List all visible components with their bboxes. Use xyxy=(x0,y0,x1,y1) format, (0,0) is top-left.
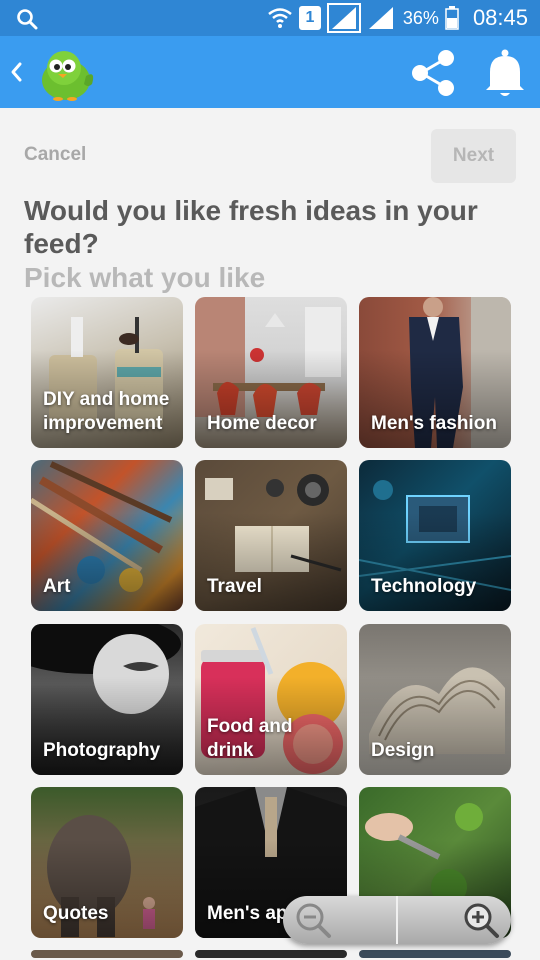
topic-label: Food and drink xyxy=(207,716,293,761)
sim-label: 1 xyxy=(305,9,315,26)
topic-label: Technology xyxy=(371,576,477,597)
topic-tile-partial[interactable] xyxy=(31,950,183,958)
zoom-control xyxy=(283,896,511,944)
zoom-out-icon xyxy=(296,903,331,938)
wifi-icon xyxy=(268,8,292,28)
topic-label: Photography xyxy=(43,740,161,761)
zoom-in-icon xyxy=(464,903,499,938)
zoom-in-button[interactable] xyxy=(396,896,511,944)
topic-label: Design xyxy=(371,740,435,761)
bell-icon[interactable] xyxy=(480,46,530,100)
topic-tile-partial[interactable] xyxy=(195,950,347,958)
topic-label: Men's fashion xyxy=(371,413,497,434)
page-title: Would you like fresh ideas in your feed? xyxy=(24,195,478,259)
topic-tile-design[interactable]: Design xyxy=(359,624,511,775)
topic-tile-diy[interactable]: DIY and home improvement xyxy=(31,297,183,448)
signal-icon xyxy=(368,7,393,29)
topic-label: Art xyxy=(43,576,71,597)
topic-tile-travel[interactable]: Travel xyxy=(195,460,347,611)
topic-tile-food-and-drink[interactable]: Food and drink xyxy=(195,624,347,775)
search-icon xyxy=(17,9,38,30)
topic-label: Quotes xyxy=(43,903,109,924)
topic-tile-home-decor[interactable]: Home decor xyxy=(195,297,347,448)
topic-label: Home decor xyxy=(207,413,317,434)
share-icon[interactable] xyxy=(406,46,460,100)
clock: 08:45 xyxy=(472,5,528,30)
back-icon[interactable] xyxy=(6,58,28,86)
topic-label: DIY and home improvement xyxy=(43,389,170,434)
app-bar xyxy=(0,36,540,108)
page-subtitle: Pick what you like xyxy=(24,262,266,293)
topic-label: Travel xyxy=(207,576,262,597)
zoom-out-button[interactable] xyxy=(283,896,396,944)
status-bar: 1 36% 08:45 xyxy=(0,0,540,36)
topic-tile-art[interactable]: Art xyxy=(31,460,183,611)
next-button[interactable]: Next xyxy=(431,129,516,183)
topic-tile-mens-fashion[interactable]: Men's fashion xyxy=(359,297,511,448)
cancel-button[interactable]: Cancel xyxy=(24,144,86,166)
battery-percent: 36% xyxy=(402,7,439,28)
topic-tile-technology[interactable]: Technology xyxy=(359,460,511,611)
topic-tile-partial[interactable] xyxy=(359,950,511,958)
signal-icon xyxy=(326,3,361,33)
bird-logo-icon[interactable] xyxy=(36,44,96,104)
battery-icon xyxy=(445,6,459,30)
sim-icon: 1 xyxy=(298,6,321,30)
topic-picker: Cancel Next Would you like fresh ideas i… xyxy=(0,108,540,960)
topic-tile-quotes[interactable]: Quotes xyxy=(31,787,183,938)
topic-tile-photography[interactable]: Photography xyxy=(31,624,183,775)
